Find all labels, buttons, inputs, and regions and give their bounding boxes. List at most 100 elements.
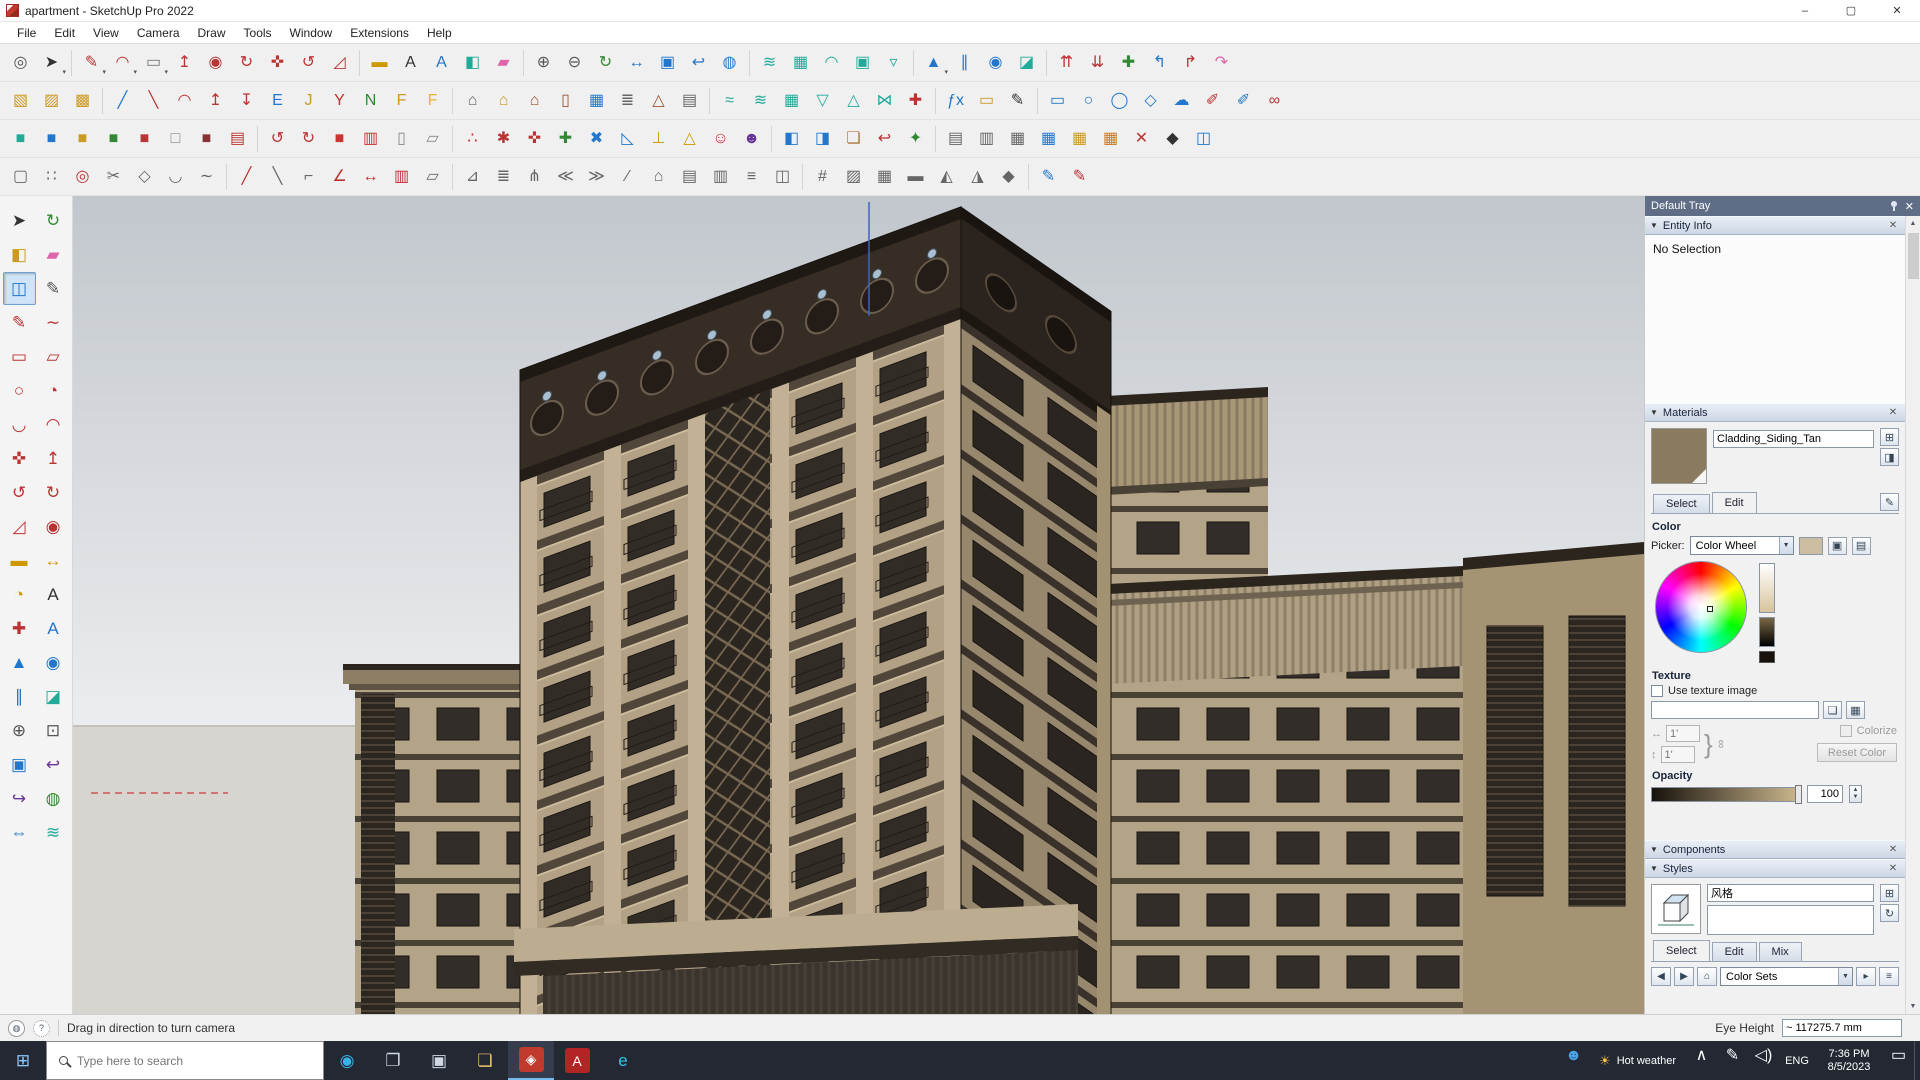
menu-tools[interactable]: Tools: [235, 24, 281, 42]
maximize-button[interactable]: ▢: [1828, 0, 1874, 22]
display-secondary-pane-button[interactable]: ◨: [1880, 448, 1899, 466]
rotate-left-icon[interactable]: ↺: [263, 124, 292, 153]
color-wheel[interactable]: [1655, 561, 1747, 653]
search-input[interactable]: [77, 1053, 277, 1068]
drape-tool-icon[interactable]: ▿: [879, 48, 908, 77]
globe-icon[interactable]: ◍: [715, 48, 744, 77]
plane-front-icon[interactable]: ◧: [777, 124, 806, 153]
texture-height-input[interactable]: [1660, 746, 1695, 763]
draft-mesh-icon[interactable]: ▦: [870, 162, 899, 191]
draft-box-icon[interactable]: ▢: [6, 162, 35, 191]
position-camera-icon[interactable]: ▲: [3, 646, 36, 679]
smoove-icon[interactable]: ◠: [817, 48, 846, 77]
rotate-icon[interactable]: ↺: [3, 476, 36, 509]
freehand-icon[interactable]: ∼: [37, 306, 70, 339]
grid-orange-icon[interactable]: ▦: [1096, 124, 1125, 153]
geolocation-icon[interactable]: ◍: [8, 1019, 25, 1037]
warning-tool-icon[interactable]: △: [675, 124, 704, 153]
offset-icon[interactable]: ◉: [201, 48, 230, 77]
protractor-icon[interactable]: ◔: [3, 578, 36, 611]
acrobat-icon[interactable]: A: [554, 1041, 600, 1080]
panel-tool-icon[interactable]: ▥: [356, 124, 385, 153]
add-terrain-icon[interactable]: ✚: [901, 86, 930, 115]
back-button[interactable]: ◀: [1651, 967, 1671, 986]
door-tool-icon[interactable]: ▯: [551, 86, 580, 115]
style-collection-dropdown[interactable]: Color Sets ▼: [1720, 967, 1853, 986]
zoom-extents-icon[interactable]: ▣: [3, 748, 36, 781]
create-style-button[interactable]: ⊞: [1880, 884, 1899, 902]
grid-a-icon[interactable]: ▤: [941, 124, 970, 153]
curve-tool-b-icon[interactable]: ↱: [1176, 48, 1205, 77]
style-menu-button[interactable]: ≡: [1879, 967, 1899, 986]
match-color-model-button[interactable]: ▣: [1827, 536, 1847, 555]
pencil-icon[interactable]: ✎: [37, 272, 70, 305]
weather-widget[interactable]: ☀ Hot weather: [1589, 1041, 1686, 1080]
move-points-icon[interactable]: ✜: [520, 124, 549, 153]
3d-viewport[interactable]: [73, 196, 1644, 1014]
draft-frame-icon[interactable]: ◫: [768, 162, 797, 191]
pen-red-icon[interactable]: ✎: [1065, 162, 1094, 191]
texture-width-input[interactable]: [1666, 725, 1700, 742]
draft-line-icon[interactable]: ╲: [263, 162, 292, 191]
draft-target-icon[interactable]: ◎: [68, 162, 97, 191]
marker-blue-icon[interactable]: ✐: [1229, 86, 1258, 115]
marker-red-icon[interactable]: ✐: [1198, 86, 1227, 115]
add-point-icon[interactable]: ✚: [551, 124, 580, 153]
forward-button[interactable]: ▶: [1674, 967, 1694, 986]
style-name-input[interactable]: [1707, 884, 1874, 902]
component-box-icon[interactable]: ◫: [2, 272, 36, 305]
language-indicator[interactable]: ENG: [1779, 1041, 1815, 1080]
shape-ellipse-icon[interactable]: ◯: [1105, 86, 1134, 115]
draft-stamp-icon[interactable]: ▥: [387, 162, 416, 191]
material-yellow-icon[interactable]: ■: [68, 124, 97, 153]
flip-edge-icon[interactable]: ⋈: [870, 86, 899, 115]
media-app-icon[interactable]: ▣: [416, 1041, 462, 1080]
menu-extensions[interactable]: Extensions: [341, 24, 418, 42]
materials-close-icon[interactable]: ✕: [1886, 407, 1900, 418]
arc-icon[interactable]: ◠ ▾: [108, 48, 137, 77]
draft-section-icon[interactable]: ▥: [706, 162, 735, 191]
offset-icon[interactable]: ◉: [37, 510, 70, 543]
opacity-slider[interactable]: [1651, 784, 1802, 804]
section-plane-icon[interactable]: ◪: [37, 680, 70, 713]
draft-pyramid-icon[interactable]: ◮: [963, 162, 992, 191]
material-panel-icon[interactable]: ▤: [223, 124, 252, 153]
draft-plane-icon[interactable]: ▱: [418, 162, 447, 191]
stamp-tool-icon[interactable]: ▣: [848, 48, 877, 77]
follow-me-icon[interactable]: ↻: [37, 476, 70, 509]
terrain-wave2-icon[interactable]: ≋: [746, 86, 775, 115]
text-icon[interactable]: A: [396, 48, 425, 77]
material-maroon-icon[interactable]: ■: [192, 124, 221, 153]
axes-tool-icon[interactable]: ✚: [1114, 48, 1143, 77]
walk-icon[interactable]: ∥: [950, 48, 979, 77]
material-teal-icon[interactable]: ■: [6, 124, 35, 153]
previous-view-icon[interactable]: ↩: [684, 48, 713, 77]
orbit-icon[interactable]: ↻: [37, 204, 70, 237]
collapse-arrow-icon[interactable]: ▼: [1650, 864, 1658, 873]
stop-tool-icon[interactable]: ■: [325, 124, 354, 153]
pan-icon[interactable]: ⇔: [3, 816, 36, 849]
draft-arc-icon[interactable]: ◡: [161, 162, 190, 191]
sandbox-scratch-icon[interactable]: ▦: [786, 48, 815, 77]
select-icon[interactable]: ➤: [3, 204, 36, 237]
points-tool-icon[interactable]: ∴: [458, 124, 487, 153]
tool-f1-icon[interactable]: F: [387, 86, 416, 115]
slope-blue-icon[interactable]: ╱: [108, 86, 137, 115]
draft-angle-icon[interactable]: ∠: [325, 162, 354, 191]
pen-add-icon[interactable]: ✎: [1034, 162, 1063, 191]
colorize-checkbox[interactable]: [1839, 725, 1852, 737]
file-explorer-icon[interactable]: ❏: [462, 1041, 508, 1080]
grid-c-icon[interactable]: ▦: [1003, 124, 1032, 153]
triangle-tool-icon[interactable]: ◺: [613, 124, 642, 153]
menu-draw[interactable]: Draw: [189, 24, 235, 42]
section-plane-icon[interactable]: ◪: [1012, 48, 1041, 77]
components-close-icon[interactable]: ✕: [1886, 844, 1900, 855]
material-green-icon[interactable]: ■: [99, 124, 128, 153]
move-icon[interactable]: ✜: [3, 442, 36, 475]
pen-input-icon[interactable]: ✎: [1718, 1041, 1747, 1070]
opacity-spinner[interactable]: ▲ ▼: [1849, 785, 1862, 803]
grid-b-icon[interactable]: ▥: [972, 124, 1001, 153]
cube-tool-icon[interactable]: ◫: [1189, 124, 1218, 153]
sheet-tool-icon[interactable]: ▱: [418, 124, 447, 153]
house-solid-icon[interactable]: ⌂: [520, 86, 549, 115]
